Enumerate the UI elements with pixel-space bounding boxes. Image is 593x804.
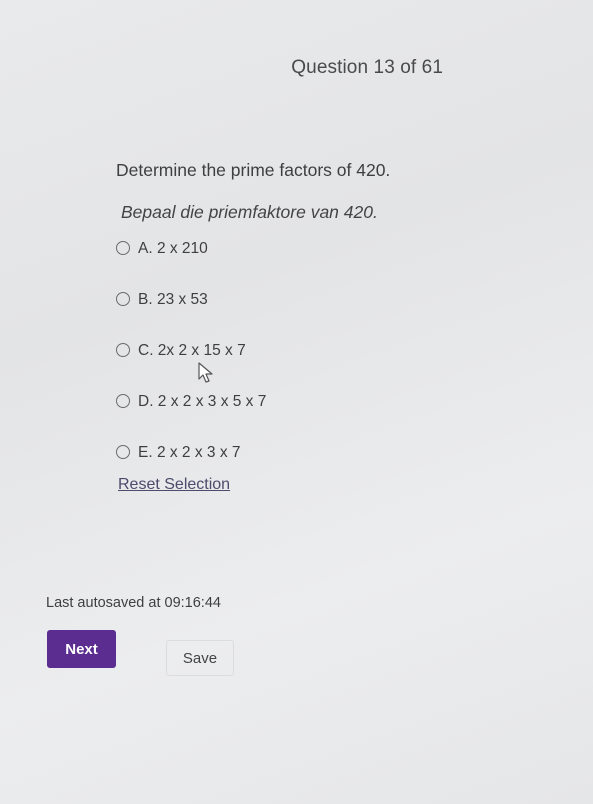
autosave-status: Last autosaved at 09:16:44 [46, 595, 221, 611]
reset-selection-link[interactable]: Reset Selection [118, 476, 230, 494]
question-text-translation: Bepaal die priemfaktore van 420. [121, 202, 378, 222]
option-b[interactable]: B. 23 x 53 [116, 290, 266, 341]
question-text: Determine the prime factors of 420. [116, 160, 391, 180]
radio-icon[interactable] [116, 292, 130, 306]
answer-options: A. 2 x 210 B. 23 x 53 C. 2x 2 x 15 x 7 D… [116, 239, 266, 494]
option-label: E. 2 x 2 x 3 x 7 [138, 444, 241, 461]
option-c[interactable]: C. 2x 2 x 15 x 7 [116, 341, 266, 392]
mouse-pointer-icon [198, 362, 213, 383]
option-label: C. 2x 2 x 15 x 7 [138, 342, 246, 359]
question-counter: Question 13 of 61 [291, 57, 443, 78]
radio-icon[interactable] [116, 241, 130, 255]
radio-icon[interactable] [116, 343, 130, 357]
save-button[interactable]: Save [166, 640, 234, 676]
option-d[interactable]: D. 2 x 2 x 3 x 5 x 7 [116, 392, 266, 443]
radio-icon[interactable] [116, 445, 130, 459]
option-label: B. 23 x 53 [138, 291, 208, 308]
option-label: D. 2 x 2 x 3 x 5 x 7 [138, 393, 267, 410]
next-button[interactable]: Next [47, 630, 116, 668]
option-label: A. 2 x 210 [138, 240, 208, 257]
radio-icon[interactable] [116, 394, 130, 408]
option-a[interactable]: A. 2 x 210 [116, 239, 266, 290]
